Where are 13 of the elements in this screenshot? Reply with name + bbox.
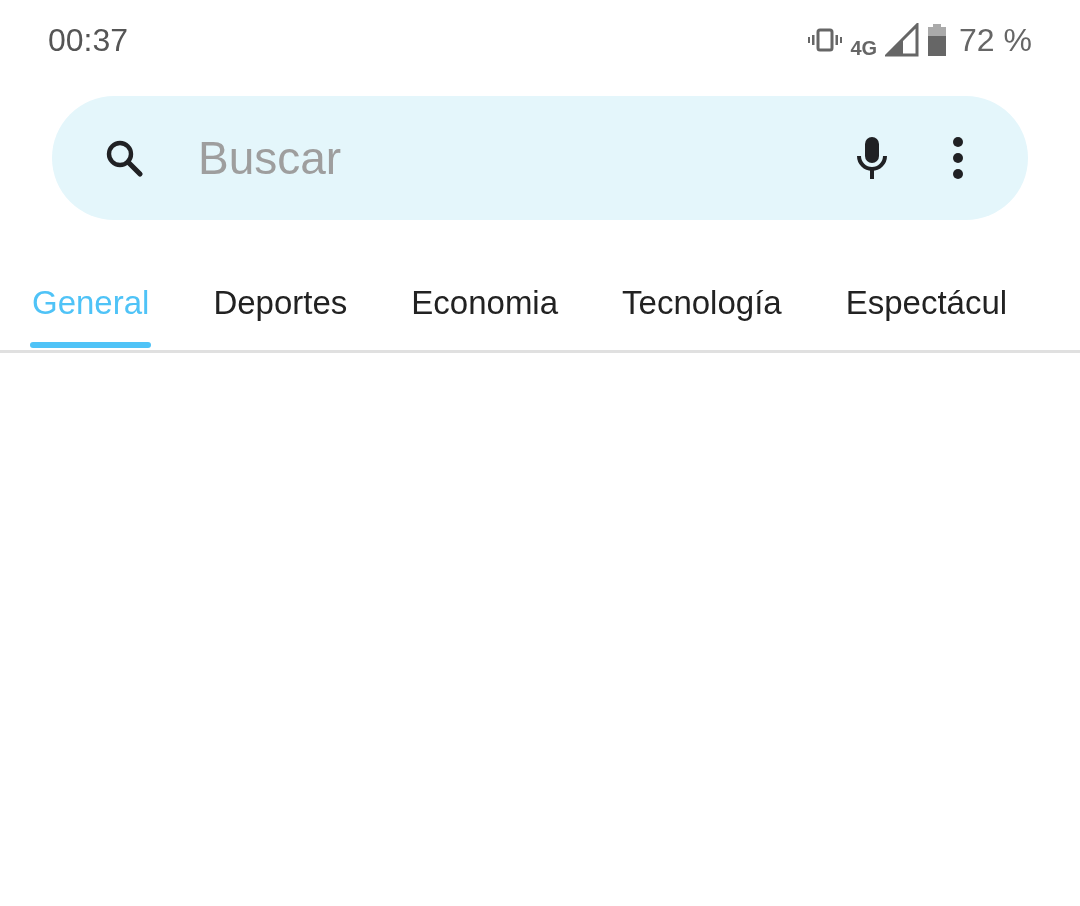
network-type: 4G: [850, 36, 878, 60]
tab[interactable]: Economia: [379, 264, 591, 350]
tab[interactable]: Deportes: [181, 264, 380, 350]
vibrate-icon: [808, 28, 843, 52]
search-bar[interactable]: Buscar: [52, 96, 1028, 220]
battery-percentage: 72 %: [959, 21, 1032, 59]
status-time: 00:37: [48, 21, 129, 59]
tab[interactable]: Tecnología: [590, 264, 814, 350]
search-field[interactable]: Buscar: [196, 130, 852, 186]
battery-icon: [927, 24, 948, 56]
signal-icon: [885, 23, 920, 57]
more-options-icon[interactable]: [952, 136, 964, 180]
tab[interactable]: Espectácul: [813, 264, 1008, 350]
